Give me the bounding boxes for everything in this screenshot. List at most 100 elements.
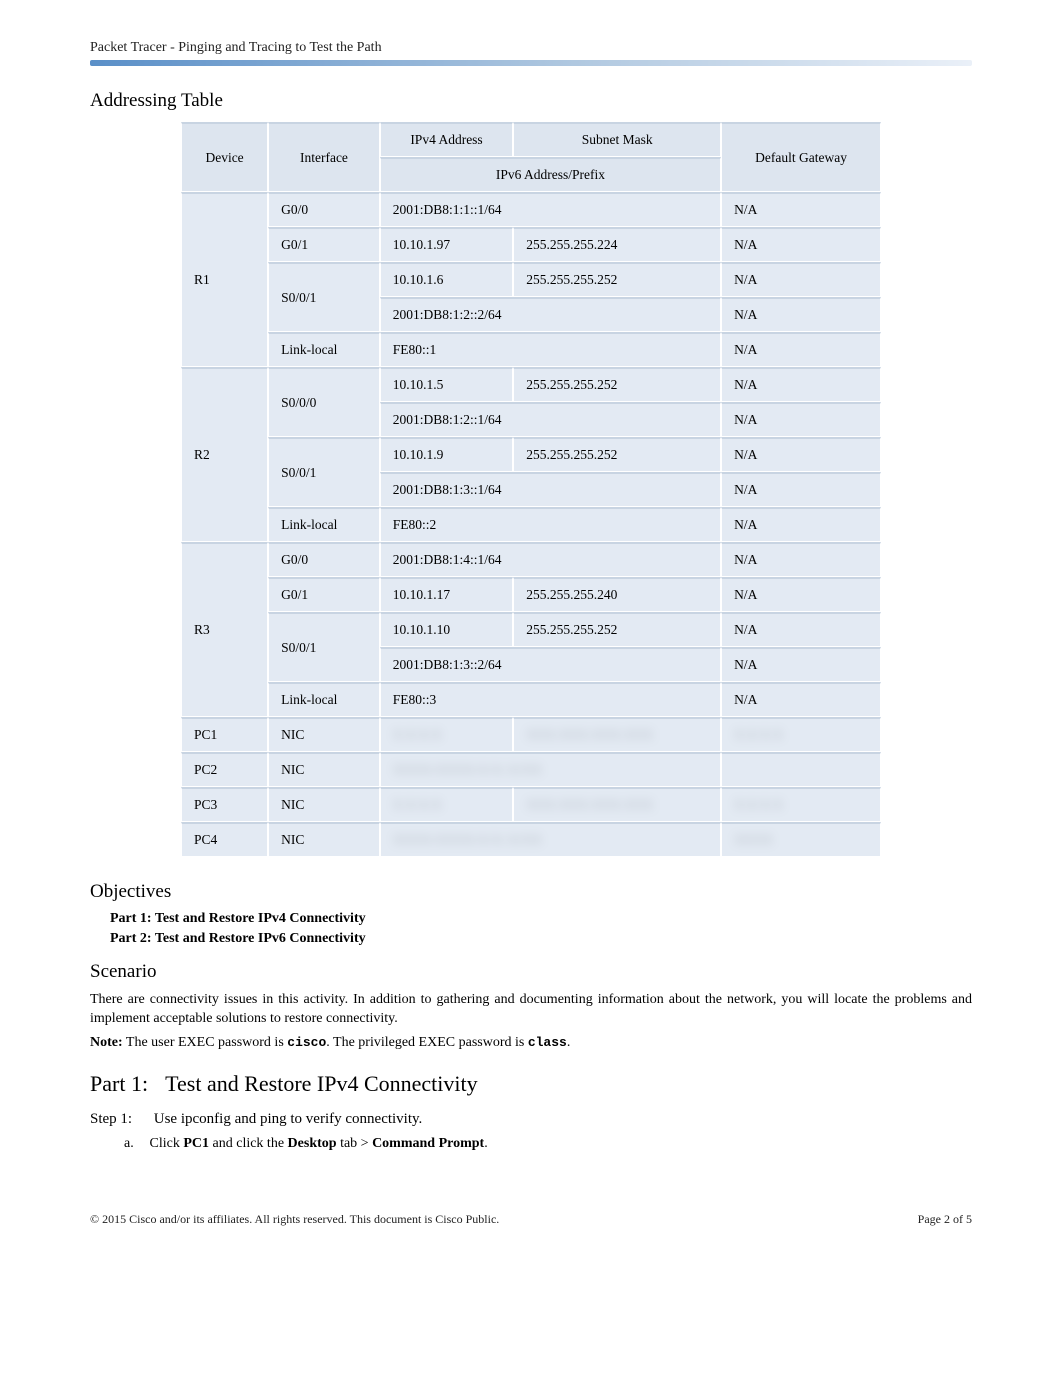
table-row: S0/0/1 10.10.1.6 255.255.255.252 N/A bbox=[181, 262, 881, 297]
cell-gw: N/A bbox=[721, 542, 881, 577]
cell-device: PC4 bbox=[181, 822, 268, 857]
cell-interface: G0/0 bbox=[268, 542, 380, 577]
table-row: G0/1 10.10.1.97 255.255.255.224 N/A bbox=[181, 227, 881, 262]
cell-ipv6: 2001:DB8:1:2::1/64 bbox=[380, 402, 721, 437]
cell-interface: NIC bbox=[268, 717, 380, 752]
cell-gw: N/A bbox=[721, 297, 881, 332]
cell-gw-blur: XXXX bbox=[721, 822, 881, 857]
cell-gw: N/A bbox=[721, 577, 881, 612]
table-row: PC3 NIC X.X.X.X XXX.XXX.XXX.XXX X.X.X.X bbox=[181, 787, 881, 822]
cell-ipv6: FE80::3 bbox=[380, 682, 721, 717]
cell-mask: 255.255.255.252 bbox=[513, 262, 721, 297]
cell-mask: 255.255.255.224 bbox=[513, 227, 721, 262]
table-row: R1 G0/0 2001:DB8:1:1::1/64 N/A bbox=[181, 192, 881, 227]
scenario-heading: Scenario bbox=[90, 961, 972, 983]
step1-list: a. Click PC1 and click the Desktop tab >… bbox=[124, 1136, 972, 1152]
cell-interface: G0/1 bbox=[268, 577, 380, 612]
cell-ipv6: FE80::1 bbox=[380, 332, 721, 367]
step1-title: Use ipconfig and ping to verify connecti… bbox=[154, 1111, 423, 1127]
header-rule bbox=[90, 60, 972, 66]
cell-ipv4: 10.10.1.6 bbox=[380, 262, 514, 297]
cell-interface: S0/0/0 bbox=[268, 367, 380, 437]
page-header: Packet Tracer - Pinging and Tracing to T… bbox=[90, 40, 972, 56]
objective-item: Part 1: Test and Restore IPv4 Connectivi… bbox=[110, 911, 972, 927]
cell-gw: N/A bbox=[721, 647, 881, 682]
table-row: Link-local FE80::3 N/A bbox=[181, 682, 881, 717]
pc1-label: PC1 bbox=[183, 1136, 209, 1151]
cell-interface: NIC bbox=[268, 787, 380, 822]
cell-gw: N/A bbox=[721, 262, 881, 297]
table-row: PC1 NIC X.X.X.X XXX.XXX.XXX.XXX X.X.X.X bbox=[181, 717, 881, 752]
cell-ipv6: FE80::2 bbox=[380, 507, 721, 542]
objectives-list: Part 1: Test and Restore IPv4 Connectivi… bbox=[110, 911, 972, 947]
step1-number: Step 1: bbox=[90, 1111, 150, 1128]
table-row: R2 S0/0/0 10.10.1.5 255.255.255.252 N/A bbox=[181, 367, 881, 402]
cell-mask: 255.255.255.252 bbox=[513, 612, 721, 647]
col-ipv4: IPv4 Address bbox=[380, 122, 514, 157]
step1a-text: Click bbox=[150, 1136, 184, 1151]
password-cisco: cisco bbox=[287, 1035, 326, 1050]
note-text: . The privileged EXEC password is bbox=[326, 1035, 528, 1050]
part1-heading: Part 1: Test and Restore IPv4 Connectivi… bbox=[90, 1071, 972, 1097]
cell-gw: N/A bbox=[721, 192, 881, 227]
step1a-text: and click the bbox=[209, 1136, 288, 1151]
cell-ipv6-blur: XXXX:XXXX:X:X::X/XX bbox=[380, 822, 721, 857]
cell-mask: 255.255.255.240 bbox=[513, 577, 721, 612]
note-label: Note: bbox=[90, 1035, 123, 1050]
cell-gw: N/A bbox=[721, 507, 881, 542]
cell-gw: N/A bbox=[721, 367, 881, 402]
cell-gw: N/A bbox=[721, 227, 881, 262]
cell-ipv4-blur: X.X.X.X bbox=[380, 787, 514, 822]
col-device: Device bbox=[181, 122, 268, 192]
step1a-text: tab > bbox=[337, 1136, 373, 1151]
cell-gw: N/A bbox=[721, 682, 881, 717]
cell-gw: N/A bbox=[721, 332, 881, 367]
desktop-label: Desktop bbox=[288, 1136, 337, 1151]
cell-gw-blur: X.X.X.X bbox=[721, 787, 881, 822]
cell-ipv6: 2001:DB8:1:4::1/64 bbox=[380, 542, 721, 577]
cell-interface: S0/0/1 bbox=[268, 437, 380, 507]
cell-interface: S0/0/1 bbox=[268, 612, 380, 682]
cell-mask: 255.255.255.252 bbox=[513, 367, 721, 402]
col-gateway: Default Gateway bbox=[721, 122, 881, 192]
col-ipv6: IPv6 Address/Prefix bbox=[380, 157, 721, 192]
table-row: R3 G0/0 2001:DB8:1:4::1/64 N/A bbox=[181, 542, 881, 577]
cell-ipv6: 2001:DB8:1:3::1/64 bbox=[380, 472, 721, 507]
cell-ipv6: 2001:DB8:1:2::2/64 bbox=[380, 297, 721, 332]
cell-gw: N/A bbox=[721, 402, 881, 437]
cell-device: PC3 bbox=[181, 787, 268, 822]
cell-interface: Link-local bbox=[268, 682, 380, 717]
note-text: The user EXEC password is bbox=[123, 1035, 288, 1050]
cell-device: R2 bbox=[181, 367, 268, 542]
page-footer: © 2015 Cisco and/or its affiliates. All … bbox=[90, 1212, 972, 1227]
scenario-body: There are connectivity issues in this ac… bbox=[90, 991, 972, 1029]
table-row: PC4 NIC XXXX:XXXX:X:X::X/XX XXXX bbox=[181, 822, 881, 857]
step1a-letter: a. bbox=[124, 1136, 146, 1152]
part1-title: Test and Restore IPv4 Connectivity bbox=[165, 1071, 478, 1096]
copyright-text: © 2015 Cisco and/or its affiliates. All … bbox=[90, 1212, 499, 1227]
cell-interface: Link-local bbox=[268, 507, 380, 542]
note-text: . bbox=[567, 1035, 571, 1050]
part1-number: Part 1: bbox=[90, 1071, 160, 1097]
cell-gw-blur bbox=[721, 752, 881, 787]
cell-device: R1 bbox=[181, 192, 268, 367]
col-mask: Subnet Mask bbox=[513, 122, 721, 157]
page-number: Page 2 of 5 bbox=[918, 1212, 972, 1227]
cell-device: R3 bbox=[181, 542, 268, 717]
cell-interface: NIC bbox=[268, 822, 380, 857]
col-interface: Interface bbox=[268, 122, 380, 192]
cell-ipv4-blur: X.X.X.X bbox=[380, 717, 514, 752]
cell-device: PC2 bbox=[181, 752, 268, 787]
cell-mask-blur: XXX.XXX.XXX.XXX bbox=[513, 787, 721, 822]
table-row: PC2 NIC XXXX:XXXX:X:X::X/XX bbox=[181, 752, 881, 787]
objectives-heading: Objectives bbox=[90, 881, 972, 903]
cell-ipv6: 2001:DB8:1:1::1/64 bbox=[380, 192, 721, 227]
objective-item: Part 2: Test and Restore IPv6 Connectivi… bbox=[110, 931, 972, 947]
cell-gw: N/A bbox=[721, 612, 881, 647]
step1a: a. Click PC1 and click the Desktop tab >… bbox=[124, 1136, 972, 1152]
step1-heading: Step 1: Use ipconfig and ping to verify … bbox=[90, 1111, 972, 1128]
cell-ipv4: 10.10.1.97 bbox=[380, 227, 514, 262]
cell-gw-blur: X.X.X.X bbox=[721, 717, 881, 752]
cell-interface: G0/1 bbox=[268, 227, 380, 262]
cell-gw: N/A bbox=[721, 472, 881, 507]
